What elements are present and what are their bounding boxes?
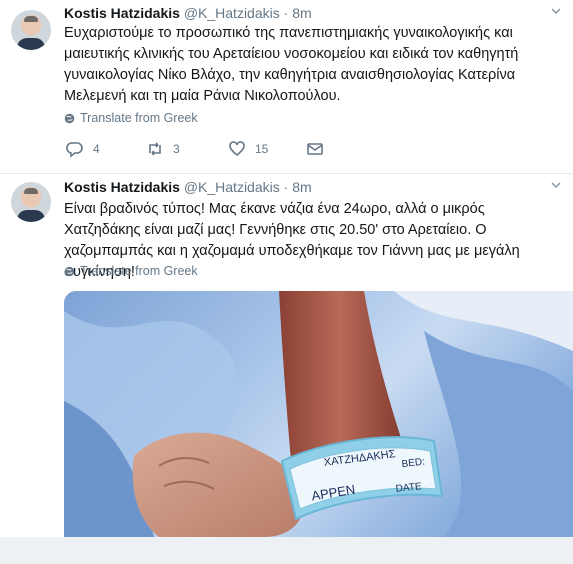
- translate-label: Translate from Greek: [80, 111, 198, 125]
- chevron-down-icon[interactable]: [551, 6, 561, 16]
- translate-link[interactable]: Translate from Greek: [64, 264, 198, 278]
- tweet-photo[interactable]: ΧΑΤΖΗΔΑΚΗΣ BED: APPEN DATE: [64, 291, 573, 537]
- reply-icon: [66, 142, 83, 158]
- globe-icon: [64, 266, 75, 276]
- reply-count: 4: [93, 142, 100, 156]
- separator: ·: [283, 179, 289, 195]
- like-count: 15: [255, 142, 269, 156]
- photo-illustration: ΧΑΤΖΗΔΑΚΗΣ BED: APPEN DATE: [64, 291, 573, 537]
- bottom-bar: [0, 537, 573, 564]
- timestamp[interactable]: 8m: [292, 179, 311, 195]
- author-handle[interactable]: @K_Hatzidakis: [184, 5, 280, 21]
- avatar[interactable]: [11, 10, 51, 50]
- avatar[interactable]: [11, 182, 51, 222]
- tweet[interactable]: Kostis Hatzidakis @K_Hatzidakis · 8m Είν…: [0, 174, 573, 564]
- author-name[interactable]: Kostis Hatzidakis: [64, 5, 180, 21]
- separator: ·: [283, 5, 289, 21]
- translate-link[interactable]: Translate from Greek: [64, 111, 198, 125]
- tweet[interactable]: Kostis Hatzidakis @K_Hatzidakis · 8m Ευχ…: [0, 0, 573, 174]
- tweet-text: Ευχαριστούμε το προσωπικό της πανεπιστημ…: [64, 25, 519, 104]
- retweet-button[interactable]: 3: [146, 140, 180, 158]
- translate-label: Translate from Greek: [80, 264, 198, 278]
- author-name[interactable]: Kostis Hatzidakis: [64, 179, 180, 195]
- globe-icon: [64, 113, 75, 123]
- retweet-count: 3: [173, 142, 180, 156]
- retweet-icon: [149, 142, 161, 156]
- reply-button[interactable]: 4: [66, 140, 100, 158]
- chevron-down-icon[interactable]: [551, 180, 561, 190]
- tweet-header: Kostis Hatzidakis @K_Hatzidakis · 8m: [64, 5, 312, 21]
- author-handle[interactable]: @K_Hatzidakis: [184, 179, 280, 195]
- like-icon: [229, 141, 245, 157]
- direct-message-icon: [307, 143, 323, 155]
- tweet-actions: 4 3 15: [66, 140, 366, 160]
- timestamp[interactable]: 8m: [292, 5, 311, 21]
- direct-message-button[interactable]: [306, 140, 324, 158]
- like-button[interactable]: 15: [228, 140, 268, 158]
- tweet-header: Kostis Hatzidakis @K_Hatzidakis · 8m: [64, 179, 312, 195]
